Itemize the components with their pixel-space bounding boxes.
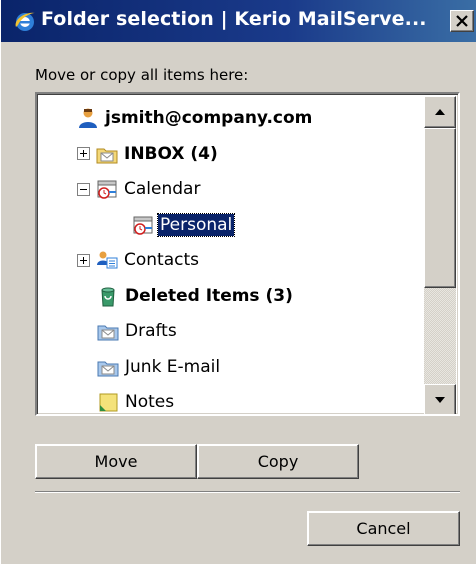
separator [35, 491, 460, 493]
tree-item[interactable]: Calendar [77, 175, 202, 203]
tree-item[interactable]: Notes [97, 388, 176, 414]
copy-button[interactable]: Copy [197, 444, 359, 479]
close-icon [456, 15, 468, 27]
folder-selection-dialog: Folder selection | Kerio MailServe... Mo… [0, 0, 476, 564]
folder-tree[interactable]: jsmith@company.com INBOX (4) Calendar Perso… [35, 92, 460, 416]
tree-item-label: Notes [125, 392, 175, 412]
tree-item[interactable]: Deleted Items (3) [97, 282, 295, 310]
contacts-icon [97, 251, 118, 269]
tree-item[interactable]: Junk E-mail [97, 353, 222, 381]
tree-item-label: Personal [156, 212, 236, 237]
tree-item[interactable]: Personal [132, 211, 236, 239]
scroll-up-button[interactable] [424, 96, 456, 128]
inbox-folder-icon [96, 148, 118, 163]
title-bar: Folder selection | Kerio MailServe... [1, 0, 476, 42]
tree-item[interactable]: Drafts [97, 317, 179, 345]
calendar-icon [97, 180, 117, 199]
tree-item-label: Junk E-mail [125, 356, 221, 377]
notes-icon [99, 393, 118, 412]
mail-folder-icon [97, 325, 119, 341]
window-title: Folder selection | Kerio MailServe... [41, 8, 427, 30]
tree-item-label: jsmith@company.com [105, 108, 313, 128]
move-button[interactable]: Move [35, 444, 197, 479]
tree-item-label: Contacts [124, 250, 199, 270]
collapse-minus-icon[interactable] [77, 182, 90, 196]
tree-item-label: Calendar [124, 179, 201, 199]
close-button[interactable] [450, 10, 474, 32]
internet-explorer-icon [15, 12, 35, 31]
tree-item-label: Drafts [125, 321, 177, 341]
tree-item[interactable]: INBOX (4) [77, 140, 220, 168]
tree-item[interactable]: jsmith@company.com [77, 104, 314, 132]
calendar-icon [133, 216, 153, 235]
arrow-up-icon [435, 109, 445, 115]
expand-plus-icon[interactable] [77, 253, 90, 267]
user-icon [79, 108, 97, 128]
tree-item[interactable]: Contacts [77, 246, 201, 274]
arrow-down-icon [435, 397, 445, 403]
scroll-thumb[interactable] [424, 128, 456, 288]
expand-plus-icon[interactable] [77, 147, 90, 160]
trash-icon [101, 287, 115, 306]
mail-folder-icon [97, 361, 119, 376]
move-copy-label: Move or copy all items here: [35, 66, 249, 84]
tree-item-label: INBOX (4) [124, 143, 218, 164]
tree-item-label: Deleted Items (3) [125, 285, 293, 306]
scroll-down-button[interactable] [424, 384, 456, 414]
vertical-scrollbar[interactable] [424, 96, 456, 414]
cancel-button[interactable]: Cancel [307, 511, 460, 546]
